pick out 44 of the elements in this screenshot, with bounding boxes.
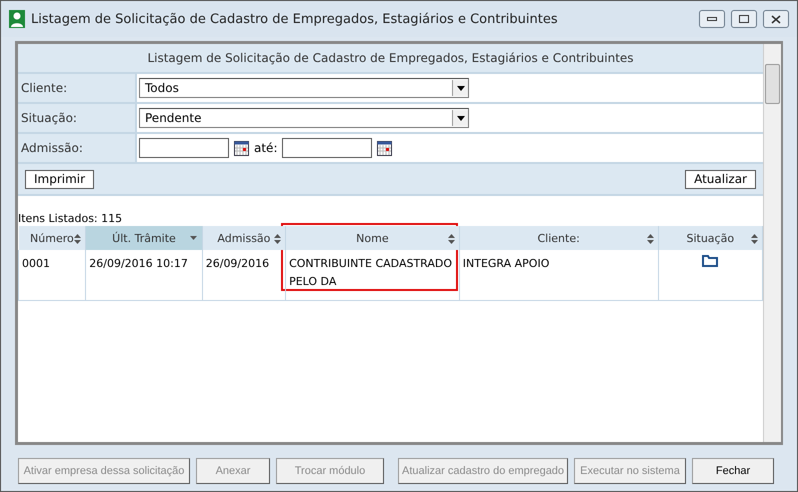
table-cell: 26/09/2016 10:17 (86, 250, 202, 300)
range-label: até: (254, 141, 278, 155)
column-header[interactable]: Últ. Trâmite (86, 226, 202, 250)
column-header[interactable]: Cliente: (459, 226, 658, 250)
caret-icon (456, 116, 464, 120)
column-header[interactable]: Situação (658, 226, 762, 250)
calendar-icon[interactable] (234, 140, 249, 156)
window-title: Listagem de Solicitação de Cadastro de Empregados, Estagiários e Contribuintes (31, 12, 559, 26)
action-button[interactable]: Fechar (692, 458, 774, 484)
calendar-icon[interactable] (377, 140, 392, 156)
date-field[interactable] (282, 138, 372, 158)
close-icon (771, 14, 781, 24)
filter-label: Cliente: (18, 74, 137, 102)
caret-icon (456, 86, 464, 90)
close-button[interactable] (763, 10, 789, 28)
sort-icon[interactable] (751, 234, 758, 244)
sort-icon[interactable] (188, 234, 198, 242)
column-header[interactable]: Nome (286, 226, 460, 250)
print-button[interactable]: Imprimir (25, 170, 94, 188)
table-cell: CONTRIBUINTE CADASTRADO PELO DA (286, 250, 460, 300)
date-field[interactable] (139, 138, 229, 158)
user-icon (9, 10, 25, 28)
minimize-icon (707, 17, 717, 21)
filter-label: Admissão: (18, 134, 137, 162)
column-header[interactable]: Número (18, 226, 86, 250)
table-cell: 0001 (18, 250, 86, 300)
column-header[interactable]: Admissão (202, 226, 286, 250)
item-count: Itens Listados: 115 (18, 212, 122, 224)
refresh-button[interactable]: Atualizar (685, 170, 756, 188)
sort-icon[interactable] (74, 234, 82, 244)
sort-icon[interactable] (646, 234, 654, 244)
maximize-button[interactable] (731, 10, 757, 28)
sort-icon[interactable] (448, 234, 455, 244)
filter-label: Situação: (18, 104, 137, 132)
scrollbar[interactable] (763, 44, 781, 442)
table-cell: 26/09/2016 (202, 250, 286, 300)
dropdown[interactable]: Todos (139, 78, 469, 98)
dropdown[interactable]: Pendente (139, 108, 469, 128)
folder-icon[interactable] (702, 255, 718, 267)
table-cell: INTEGRA APOIO (459, 250, 658, 300)
minimize-button[interactable] (699, 10, 725, 28)
panel-title: Listagem de Solicitação de Cadastro de Empregados, Estagiários e Contribuintes (18, 44, 763, 74)
maximize-icon (739, 15, 749, 23)
sort-icon[interactable] (274, 234, 282, 244)
